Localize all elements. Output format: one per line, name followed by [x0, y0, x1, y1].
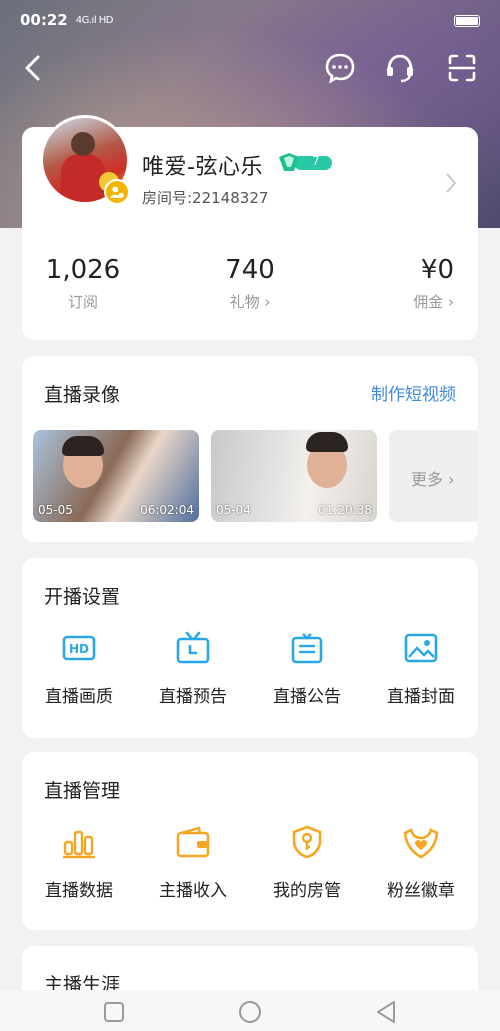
item-label: 我的房管	[273, 881, 341, 901]
stat-value: 740	[225, 255, 275, 285]
video-duration: 06:02:04	[140, 503, 194, 517]
quality-button[interactable]: HD 直播画质	[22, 630, 136, 707]
replay-card: 直播录像 制作短视频 05-05 06:02:04 05-04 01:20:38…	[22, 356, 478, 542]
stat-label: 佣金 ›	[413, 293, 454, 311]
profile-card: 唯爱-弦心乐 7 房间号:22148327 1,026 订阅 740 礼物 › …	[22, 115, 478, 340]
anchor-badge-icon	[104, 179, 130, 205]
signal-indicator: 4G.ıl HD	[75, 14, 114, 26]
level-badge-icon	[279, 153, 332, 171]
broadcast-settings-card: 开播设置 HD 直播画质 直播预告 直播公告 直播封面	[22, 558, 478, 738]
wallet-icon	[176, 826, 210, 858]
notice-icon	[291, 633, 323, 664]
chevron-right-icon[interactable]	[444, 171, 458, 195]
stat-commission[interactable]: ¥0 佣金 ›	[384, 255, 454, 312]
broadcast-management-card: 直播管理 直播数据 主播收入 我的房管 粉丝徽章	[22, 752, 478, 930]
income-button[interactable]: 主播收入	[136, 824, 250, 901]
video-date: 05-05	[38, 503, 73, 517]
battery-icon	[454, 15, 480, 27]
tv-icon	[176, 631, 210, 664]
fan-badge-button[interactable]: 粉丝徽章	[364, 824, 478, 901]
more-videos-button[interactable]: 更多 ›	[389, 430, 478, 522]
item-label: 直播公告	[273, 687, 341, 707]
back-nav-icon[interactable]	[372, 998, 400, 1026]
item-label: 主播收入	[159, 881, 227, 901]
section-title: 直播管理	[44, 780, 121, 802]
stat-subscriptions[interactable]: 1,026 订阅	[42, 255, 124, 312]
heart-badge-icon	[403, 828, 439, 859]
item-label: 直播封面	[387, 687, 455, 707]
status-time: 00:22	[20, 11, 68, 29]
chevron-left-icon[interactable]	[18, 52, 50, 84]
cover-button[interactable]: 直播封面	[364, 630, 478, 707]
bar-chart-icon	[63, 830, 95, 859]
level-number: 7	[312, 154, 320, 168]
stat-value: 1,026	[45, 255, 121, 285]
top-bar	[0, 46, 500, 90]
hd-icon: HD	[62, 635, 96, 661]
image-icon	[404, 633, 438, 663]
scan-icon[interactable]	[446, 52, 478, 84]
video-date: 05-04	[216, 503, 251, 517]
stat-label: 订阅	[67, 293, 98, 311]
stat-value: ¥0	[420, 255, 454, 285]
stats-data-button[interactable]: 直播数据	[22, 824, 136, 901]
item-label: 直播预告	[159, 687, 227, 707]
anchor-name: 唯爱-弦心乐	[142, 155, 263, 180]
item-label: 直播画质	[45, 687, 113, 707]
stats-row: 1,026 订阅 740 礼物 › ¥0 佣金 ›	[22, 255, 478, 325]
svg-text:HD: HD	[69, 642, 89, 656]
room-admin-button[interactable]: 我的房管	[250, 824, 364, 901]
replay-video[interactable]: 05-04 01:20:38	[211, 430, 377, 522]
more-label: 更多 ›	[411, 470, 455, 489]
stat-gifts[interactable]: 740 礼物 ›	[212, 255, 288, 312]
stat-label: 礼物 ›	[229, 293, 271, 311]
status-bar: 00:22 4G.ıl HD	[0, 0, 500, 40]
preview-button[interactable]: 直播预告	[136, 630, 250, 707]
recent-apps-icon[interactable]	[100, 998, 128, 1026]
headset-icon[interactable]	[384, 52, 416, 84]
room-number: 房间号:22148327	[142, 189, 269, 207]
make-short-video-link[interactable]: 制作短视频	[371, 380, 456, 405]
video-duration: 01:20:38	[318, 503, 372, 517]
home-icon[interactable]	[236, 998, 264, 1026]
replay-video[interactable]: 05-05 06:02:04	[33, 430, 199, 522]
chat-bubble-icon[interactable]	[324, 52, 356, 84]
section-title: 开播设置	[44, 586, 121, 608]
section-title: 直播录像	[44, 384, 121, 406]
system-nav-bar	[0, 990, 500, 1031]
announcement-button[interactable]: 直播公告	[250, 630, 364, 707]
item-label: 粉丝徽章	[387, 881, 455, 901]
shield-key-icon	[292, 825, 322, 859]
item-label: 直播数据	[45, 881, 113, 901]
